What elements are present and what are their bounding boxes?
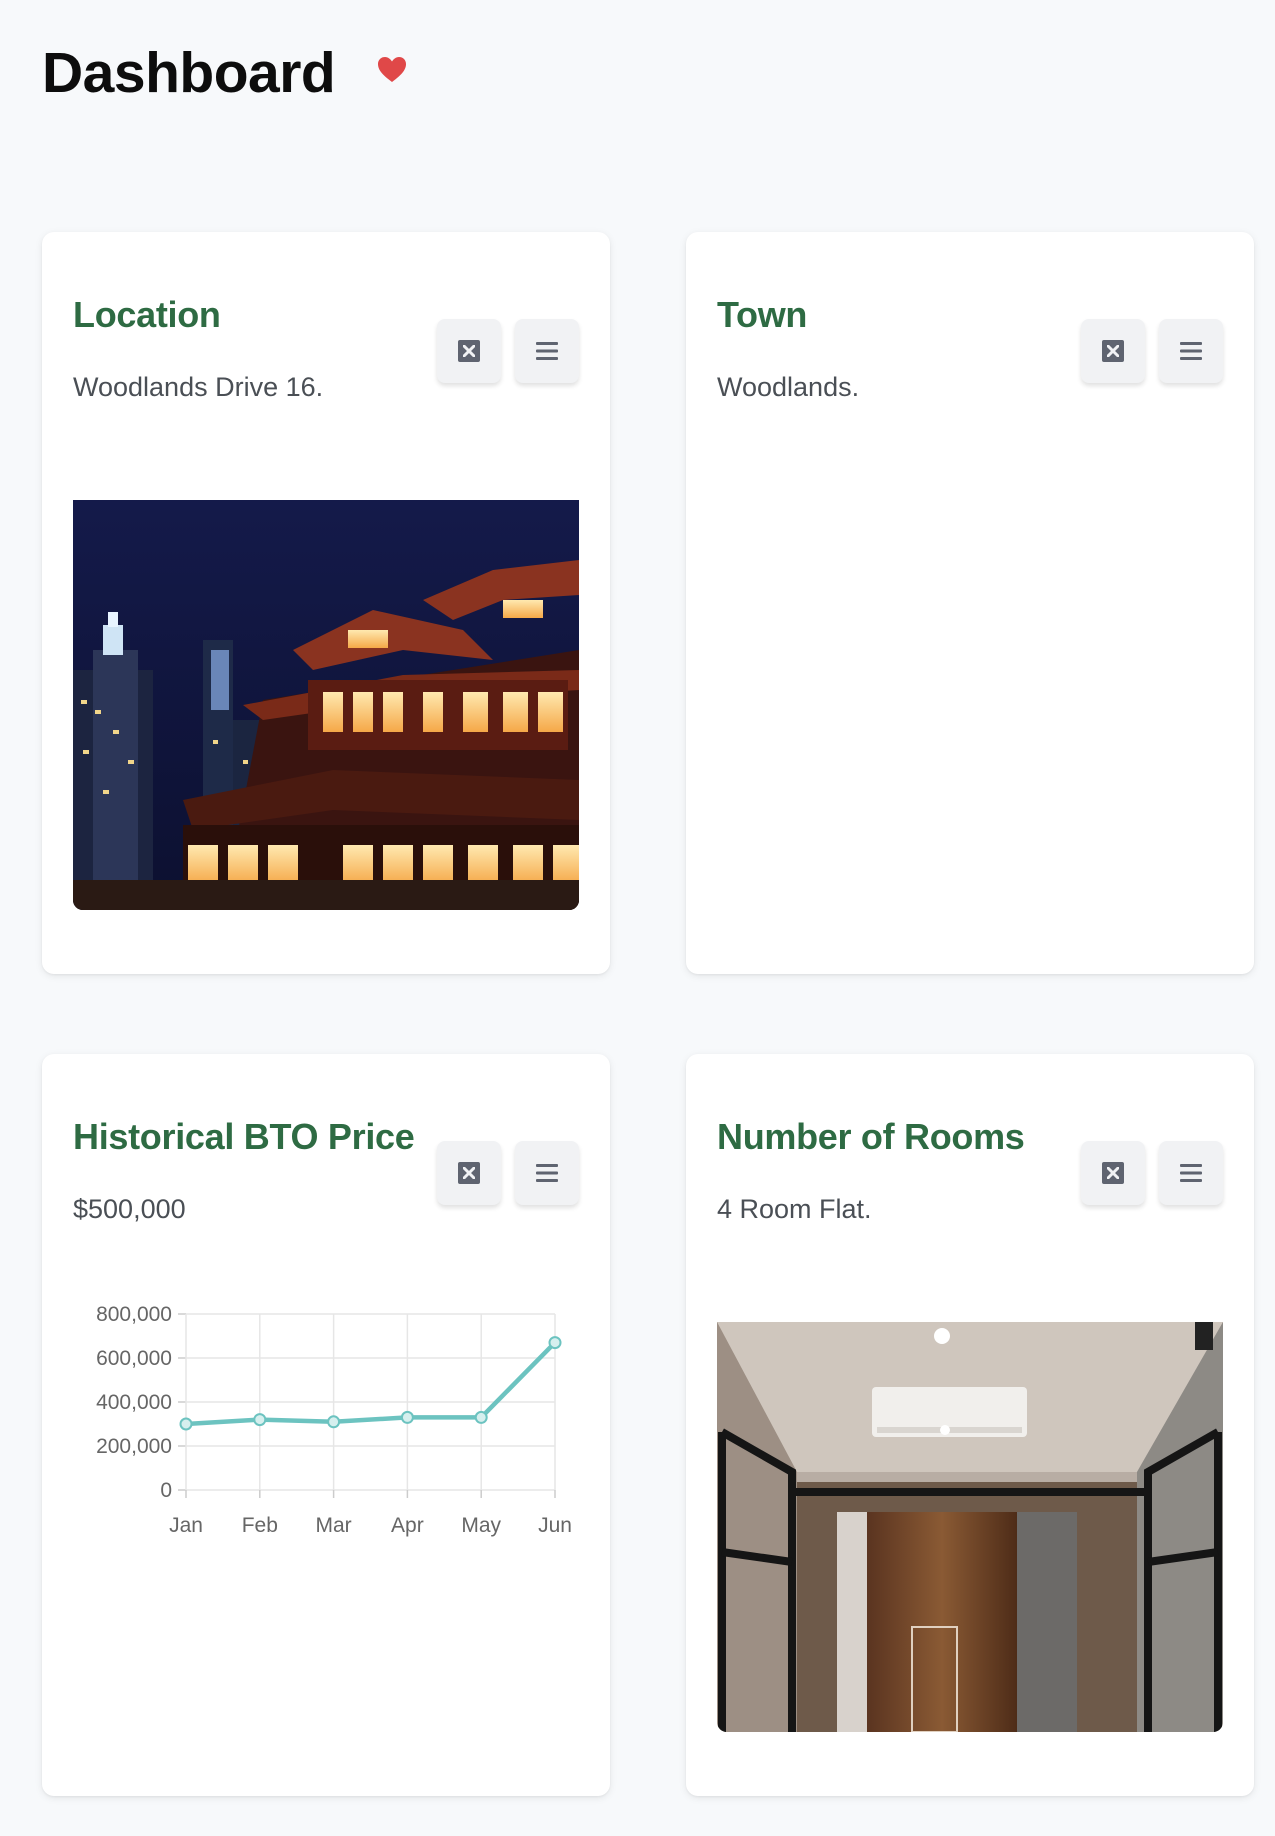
x-tick-label: Mar xyxy=(316,1514,352,1537)
hamburger-menu-icon xyxy=(1180,1164,1202,1182)
data-point xyxy=(474,1410,488,1424)
x-tick-label: Jan xyxy=(169,1514,203,1537)
x-tick-label: Jun xyxy=(538,1514,572,1537)
expand-icon xyxy=(1102,1162,1124,1184)
room-photo xyxy=(717,1322,1223,1732)
expand-button[interactable] xyxy=(437,1141,501,1205)
x-tick-label: Apr xyxy=(391,1514,424,1537)
hamburger-menu-icon xyxy=(536,1164,558,1182)
data-point xyxy=(548,1336,562,1350)
card-title: Number of Rooms xyxy=(717,1116,1025,1157)
card-value: Woodlands. xyxy=(717,372,860,402)
heart-icon[interactable] xyxy=(377,56,407,84)
y-tick-label: 200,000 xyxy=(96,1435,172,1458)
card-actions xyxy=(1081,1141,1223,1205)
price-chart-svg: 0 200,000 400,000 600,000 800,000 Jan Feb Mar Ap… xyxy=(96,1303,572,1537)
price-card: Historical BTO Price $500,000 0 200,000 40… xyxy=(42,1054,610,1796)
menu-button[interactable] xyxy=(1159,319,1223,383)
card-actions xyxy=(1081,319,1223,383)
series-line xyxy=(185,1341,557,1427)
data-point xyxy=(400,1410,414,1424)
y-tick-label: 400,000 xyxy=(96,1391,172,1414)
expand-icon xyxy=(1102,340,1124,362)
card-actions xyxy=(437,319,579,383)
card-value: Woodlands Drive 16. xyxy=(73,372,324,402)
card-title: Town xyxy=(717,294,808,335)
temple-photo xyxy=(73,500,579,910)
town-card: Town Woodlands. xyxy=(686,232,1254,974)
x-tick-label: May xyxy=(461,1514,501,1537)
expand-button[interactable] xyxy=(1081,1141,1145,1205)
rooms-card: Number of Rooms 4 Room Flat. xyxy=(686,1054,1254,1796)
menu-button[interactable] xyxy=(1159,1141,1223,1205)
expand-icon xyxy=(458,340,480,362)
expand-button[interactable] xyxy=(437,319,501,383)
y-tick-label: 800,000 xyxy=(96,1303,172,1326)
expand-icon xyxy=(458,1162,480,1184)
hamburger-menu-icon xyxy=(536,342,558,360)
card-actions xyxy=(437,1141,579,1205)
card-title: Historical BTO Price xyxy=(73,1116,415,1157)
card-value: 4 Room Flat. xyxy=(717,1194,872,1224)
data-point xyxy=(327,1415,341,1429)
page-title: Dashboard xyxy=(42,41,336,105)
expand-button[interactable] xyxy=(1081,319,1145,383)
page-header: Dashboard xyxy=(42,40,407,106)
data-point xyxy=(253,1413,267,1427)
menu-button[interactable] xyxy=(515,319,579,383)
card-value: $500,000 xyxy=(73,1194,186,1224)
price-chart: 0 200,000 400,000 600,000 800,000 Jan Feb Mar Ap… xyxy=(73,1294,579,1584)
x-tick-label: Feb xyxy=(242,1514,278,1537)
data-point xyxy=(179,1417,193,1431)
hamburger-menu-icon xyxy=(1180,342,1202,360)
y-tick-label: 600,000 xyxy=(96,1347,172,1370)
location-card: Location Woodlands Drive 16. xyxy=(42,232,610,974)
y-tick-label: 0 xyxy=(160,1479,172,1502)
menu-button[interactable] xyxy=(515,1141,579,1205)
card-title: Location xyxy=(73,294,221,335)
